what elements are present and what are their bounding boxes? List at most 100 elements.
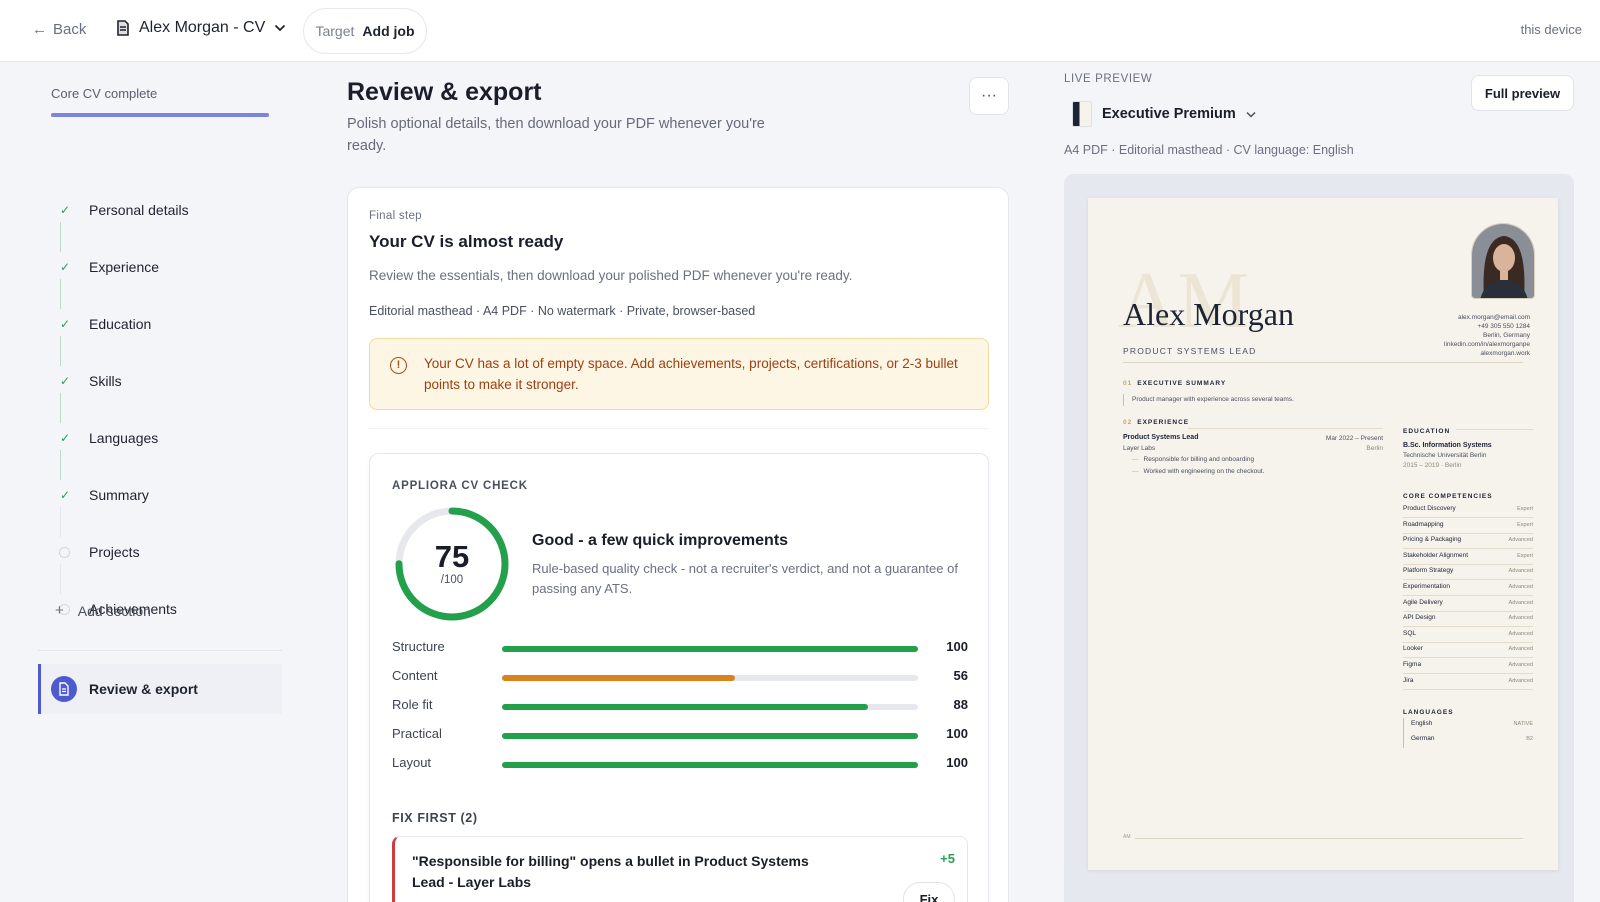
sidebar-item-step[interactable]: ✓ Summary bbox=[0, 487, 149, 503]
dash-icon: — bbox=[1132, 456, 1139, 463]
competency-name: Agile Delivery bbox=[1403, 598, 1443, 606]
cv-competency-row: Pricing & Packaging Advanced bbox=[1403, 534, 1533, 550]
fix-first-heading: FIX FIRST (2) bbox=[392, 811, 478, 825]
competency-level: Advanced bbox=[1508, 662, 1533, 668]
step-connector bbox=[60, 450, 61, 480]
more-options-button[interactable]: ··· bbox=[969, 77, 1009, 115]
cv-contact-line: alex.morgan@email.com bbox=[1458, 314, 1530, 321]
document-icon bbox=[117, 20, 129, 36]
sidebar-item-label: Skills bbox=[89, 373, 122, 389]
cv-degree: B.Sc. Information Systems bbox=[1403, 442, 1492, 449]
cv-check-eyebrow: APPLIORA CV CHECK bbox=[392, 480, 528, 492]
score-metric-row: Content 56 bbox=[392, 668, 968, 688]
document-icon bbox=[51, 676, 77, 702]
more-icon: ··· bbox=[981, 87, 997, 104]
step-connector bbox=[60, 507, 61, 537]
metric-fill bbox=[502, 704, 869, 710]
cv-competency-row: Stakeholder Alignment Expert bbox=[1403, 550, 1533, 565]
step-connector bbox=[60, 393, 61, 423]
language-name: English bbox=[1411, 720, 1433, 727]
cv-bullet-text: Responsible for billing and onboarding bbox=[1143, 456, 1255, 463]
cv-job-dates: Mar 2022 – Present bbox=[1325, 435, 1383, 442]
sidebar-item-step[interactable]: ✓ Personal details bbox=[0, 202, 189, 218]
check-icon: ✓ bbox=[59, 260, 71, 274]
competency-name: Pricing & Packaging bbox=[1403, 536, 1462, 544]
competency-name: Stakeholder Alignment bbox=[1403, 551, 1469, 559]
fix-button[interactable]: Fix bbox=[903, 882, 955, 902]
sidebar-item-step[interactable]: ✓ Languages bbox=[0, 430, 158, 446]
score-max: /100 bbox=[440, 574, 464, 586]
cv-footer-rule bbox=[1123, 838, 1523, 839]
storage-device-label: this device bbox=[1520, 22, 1582, 37]
competency-level: Advanced bbox=[1508, 599, 1533, 606]
sidebar-item-label: Education bbox=[89, 316, 152, 332]
cv-language-row: German B2 bbox=[1403, 733, 1533, 748]
final-step-card: Final step Your CV is almost ready Revie… bbox=[347, 187, 1009, 902]
sidebar-item-label: Languages bbox=[89, 430, 159, 446]
cv-rule bbox=[1123, 362, 1523, 363]
card-divider bbox=[369, 428, 989, 429]
cv-competency-row: Product Discovery Expert bbox=[1403, 503, 1533, 518]
metric-track bbox=[502, 646, 918, 652]
cv-competencies-heading: CORE COMPETENCIES bbox=[1403, 493, 1493, 500]
card-subtitle: Review the essentials, then download you… bbox=[369, 268, 853, 283]
competency-level: Advanced bbox=[1508, 537, 1533, 544]
competency-level: Expert bbox=[1517, 506, 1533, 512]
target-job-pill[interactable]: Target Add job bbox=[303, 8, 427, 54]
cv-competency-row: Experimentation Advanced bbox=[1403, 581, 1533, 596]
add-section-button[interactable]: + Add section bbox=[55, 602, 151, 619]
metric-name: Role fit bbox=[392, 697, 433, 712]
competency-level: Advanced bbox=[1508, 584, 1533, 590]
competency-level: Advanced bbox=[1508, 615, 1533, 622]
competency-level: Advanced bbox=[1508, 677, 1533, 684]
metric-name: Content bbox=[392, 668, 438, 683]
check-icon: ✓ bbox=[59, 203, 71, 217]
score-verdict: Good - a few quick improvements bbox=[532, 532, 789, 549]
cv-competency-row: Agile Delivery Advanced bbox=[1403, 597, 1533, 612]
cv-job-company: Layer Labs bbox=[1123, 445, 1156, 452]
back-button[interactable]: ← Back bbox=[32, 21, 86, 38]
competency-name: Roadmapping bbox=[1403, 520, 1444, 528]
dash-icon: — bbox=[1132, 468, 1139, 475]
cv-school: Technische Universität Berlin bbox=[1403, 452, 1487, 459]
cv-rule bbox=[1188, 428, 1383, 429]
summary-rule bbox=[1123, 394, 1124, 406]
sidebar-item-review-export[interactable]: Review & export bbox=[38, 664, 282, 714]
metric-fill bbox=[502, 646, 918, 652]
check-icon: ✓ bbox=[59, 374, 71, 388]
score-metric-row: Structure 100 bbox=[392, 639, 968, 659]
document-selector[interactable]: Alex Morgan - CV bbox=[116, 19, 286, 37]
language-level: NATIVE bbox=[1513, 721, 1533, 727]
cv-edu-dates: 2015 – 2019 · Berlin bbox=[1403, 462, 1462, 469]
competency-level: Expert bbox=[1517, 552, 1533, 559]
sidebar-item-step[interactable]: Projects bbox=[0, 544, 140, 560]
cv-contact-line: linkedin.com/in/alexmorganpe bbox=[1444, 341, 1530, 348]
add-job-link[interactable]: Add job bbox=[362, 23, 414, 39]
section-number: 02 bbox=[1123, 419, 1133, 426]
language-level: B2 bbox=[1526, 736, 1533, 742]
cv-bullet: — Worked with engineering on the checkout… bbox=[1132, 468, 1264, 475]
full-preview-button[interactable]: Full preview bbox=[1471, 75, 1574, 111]
sidebar-item-step[interactable]: ✓ Experience bbox=[0, 259, 159, 275]
template-selector[interactable]: Executive Premium bbox=[1072, 101, 1256, 127]
cv-education-heading: EDUCATION bbox=[1403, 428, 1451, 435]
cv-contacts: alex.morgan@email.com +49 305 550 1284 Ber… bbox=[1444, 313, 1530, 358]
cv-job-location: Berlin bbox=[1366, 445, 1383, 452]
competency-name: Jira bbox=[1403, 676, 1414, 684]
sidebar-item-label: Review & export bbox=[89, 681, 198, 697]
step-connector bbox=[60, 564, 61, 594]
template-name: Executive Premium bbox=[1102, 106, 1236, 122]
metric-track bbox=[502, 733, 918, 739]
template-thumbnail bbox=[1072, 101, 1092, 127]
cv-language-row: English NATIVE bbox=[1403, 718, 1533, 733]
warning-text: Your CV has a lot of empty space. Add ac… bbox=[424, 356, 958, 392]
cv-competency-row: Platform Strategy Advanced bbox=[1403, 565, 1533, 581]
page-title: Review & export bbox=[347, 78, 542, 106]
sidebar-item-step[interactable]: ✓ Skills bbox=[0, 373, 122, 389]
sidebar-item-step[interactable]: ✓ Education bbox=[0, 316, 151, 332]
step-connector bbox=[60, 336, 61, 366]
step-connector bbox=[60, 222, 61, 252]
cv-languages-heading: LANGUAGES bbox=[1403, 709, 1454, 716]
cv-preview-page: AM Alex Morgan PRODUCT SYSTEMS LEAD alex… bbox=[1088, 198, 1558, 870]
fix-item: "Responsible for billing" opens a bullet… bbox=[392, 836, 968, 902]
